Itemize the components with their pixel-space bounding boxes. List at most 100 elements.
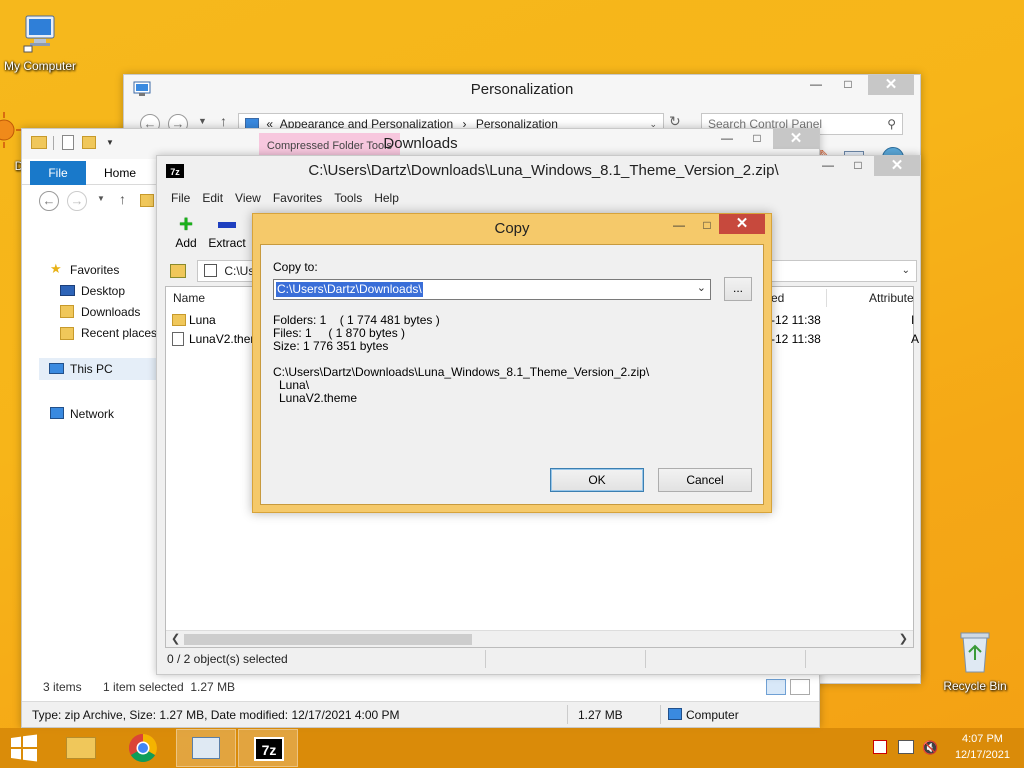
maximize-button[interactable]: □ — [743, 129, 771, 149]
taskbar-7zip[interactable]: 7z — [238, 729, 298, 767]
menu-edit[interactable]: Edit — [196, 188, 229, 208]
menu-view[interactable]: View — [229, 188, 267, 208]
maximize-button[interactable]: □ — [844, 156, 872, 176]
minus-icon — [218, 222, 236, 228]
scroll-left-icon[interactable]: ❮ — [171, 632, 180, 645]
chevron-down-icon[interactable]: ▼ — [198, 116, 207, 126]
selection-status: 0 / 2 object(s) selected — [167, 652, 288, 666]
chevron-down-icon[interactable]: ⌄ — [902, 261, 910, 281]
close-button[interactable]: ✕ — [868, 75, 914, 95]
sevenzip-titlebar[interactable]: 7z C:\Users\Dartz\Downloads\Luna_Windows… — [157, 156, 920, 186]
nav-toolbar: ← → ▼ ↑ — [22, 186, 157, 218]
ok-button[interactable]: OK — [550, 468, 644, 492]
close-button[interactable]: ✕ — [874, 156, 920, 176]
menu-favorites[interactable]: Favorites — [267, 188, 328, 208]
selection-info: 1 item selected 1.27 MB — [103, 680, 236, 694]
menu-tools[interactable]: Tools — [328, 188, 368, 208]
scrollbar-thumb[interactable] — [184, 634, 472, 645]
destination-combobox[interactable]: C:\Users\Dartz\Downloads\ ⌄ — [273, 279, 711, 300]
toolbar-add[interactable]: + Add — [171, 211, 201, 251]
large-icons-view-icon[interactable] — [790, 679, 810, 695]
nav-thispc-row[interactable]: This PC — [39, 358, 157, 380]
menu-bar: File Edit View Favorites Tools Help — [165, 188, 912, 208]
toolbar-extract[interactable]: Extract — [207, 214, 247, 250]
column-header-attributes[interactable]: Attribute — [869, 287, 914, 309]
minimize-button[interactable]: — — [665, 216, 693, 236]
computer-icon — [0, 12, 80, 57]
start-button[interactable] — [0, 729, 48, 767]
minimize-button[interactable]: — — [802, 75, 830, 95]
maximize-button[interactable]: □ — [834, 75, 862, 95]
up-arrow-icon[interactable]: ↑ — [119, 191, 126, 207]
horizontal-scrollbar[interactable]: ❮ ❯ — [166, 630, 913, 647]
toolbar-add-label: Add — [175, 236, 197, 250]
chevron-down-icon[interactable]: ▼ — [97, 194, 105, 203]
parent-folder-icon[interactable] — [170, 264, 186, 278]
browse-button[interactable]: ... — [724, 277, 752, 301]
nav-favorites[interactable]: Favorites — [70, 263, 119, 277]
action-center-flag-icon[interactable] — [873, 740, 887, 754]
file-attributes: I — [911, 313, 915, 327]
sevenzip-status-bar: 0 / 2 object(s) selected — [165, 650, 914, 668]
location: Computer — [686, 708, 739, 722]
personalization-titlebar[interactable]: Personalization — □ ✕ — [124, 75, 920, 105]
desktop-icon — [60, 285, 75, 296]
minimize-button[interactable]: — — [713, 129, 741, 149]
explorer-status-bar: 3 items 1 item selected 1.27 MB — [22, 677, 819, 699]
navigation-pane: ★ Favorites Desktop Downloads Recent pla… — [22, 247, 157, 667]
column-header-name[interactable]: Name — [173, 287, 205, 309]
file-modified: -12 11:38 — [771, 332, 821, 346]
network-tray-icon[interactable] — [898, 740, 914, 754]
archive-icon — [204, 264, 217, 277]
folder-icon — [172, 314, 186, 326]
files-info: Files: 1 ( 1 870 bytes ) — [273, 326, 406, 340]
desktop-icon-recycle-bin[interactable]: Recycle Bin — [935, 630, 1015, 693]
chrome-icon — [129, 734, 157, 762]
status-divider — [805, 650, 806, 668]
recycle-bin-icon — [935, 630, 1015, 677]
forward-arrow-icon[interactable]: → — [67, 191, 87, 211]
source-item: Luna\ — [279, 378, 310, 392]
file-name: Luna — [189, 313, 216, 327]
menu-help[interactable]: Help — [368, 188, 405, 208]
window-title: C:\Users\Dartz\Downloads\Luna_Windows_8.… — [308, 162, 779, 179]
tab-file[interactable]: File — [30, 161, 86, 185]
plus-icon: + — [178, 211, 193, 238]
taskbar-control-panel[interactable] — [176, 729, 236, 767]
nav-network[interactable]: Network — [70, 407, 114, 421]
source-item: LunaV2.theme — [279, 391, 358, 405]
scroll-right-icon[interactable]: ❯ — [899, 632, 908, 645]
maximize-button[interactable]: □ — [693, 216, 721, 236]
desktop-icon-label: My Computer — [3, 59, 77, 73]
desktop-icon-my-computer[interactable]: My Computer — [0, 12, 80, 73]
minimize-button[interactable]: — — [814, 156, 842, 176]
desktop-icon-label: Recycle Bin — [943, 679, 1007, 693]
recent-places-icon — [60, 327, 74, 340]
volume-muted-icon[interactable]: 🔇 — [922, 740, 938, 756]
column-divider — [826, 289, 827, 307]
up-arrow-icon[interactable]: ↑ — [220, 113, 227, 129]
clock-date: 12/17/2021 — [954, 749, 1010, 761]
tab-home[interactable]: Home — [92, 161, 148, 185]
chevron-down-icon[interactable]: ⌄ — [697, 281, 706, 294]
back-arrow-icon[interactable]: ← — [39, 191, 59, 211]
close-button[interactable]: ✕ — [719, 214, 765, 234]
nav-recent-places[interactable]: Recent places — [81, 326, 157, 340]
taskbar-file-explorer[interactable] — [51, 729, 111, 767]
system-clock[interactable]: 4:07 PM 12/17/2021 — [955, 731, 1010, 763]
copy-to-label: Copy to: — [273, 260, 318, 274]
close-button[interactable]: ✕ — [773, 129, 819, 149]
nav-desktop[interactable]: Desktop — [81, 284, 125, 298]
details-view-icon[interactable] — [766, 679, 786, 695]
nav-downloads[interactable]: Downloads — [81, 305, 140, 319]
taskbar-chrome[interactable] — [113, 729, 173, 767]
taskbar: 7z 🔇 4:07 PM 12/17/2021 — [0, 728, 1024, 768]
column-header-modified[interactable]: ed — [771, 287, 784, 309]
destination-path: C:\Users\Dartz\Downloads\ — [276, 282, 423, 297]
nav-this-pc: This PC — [70, 362, 113, 376]
menu-file[interactable]: File — [165, 188, 196, 208]
file-attributes: A — [911, 332, 920, 346]
copy-dialog-titlebar[interactable]: Copy — □ ✕ — [253, 214, 771, 244]
cancel-button[interactable]: Cancel — [658, 468, 752, 492]
copy-dialog-body: Copy to: C:\Users\Dartz\Downloads\ ⌄ ...… — [260, 244, 764, 505]
